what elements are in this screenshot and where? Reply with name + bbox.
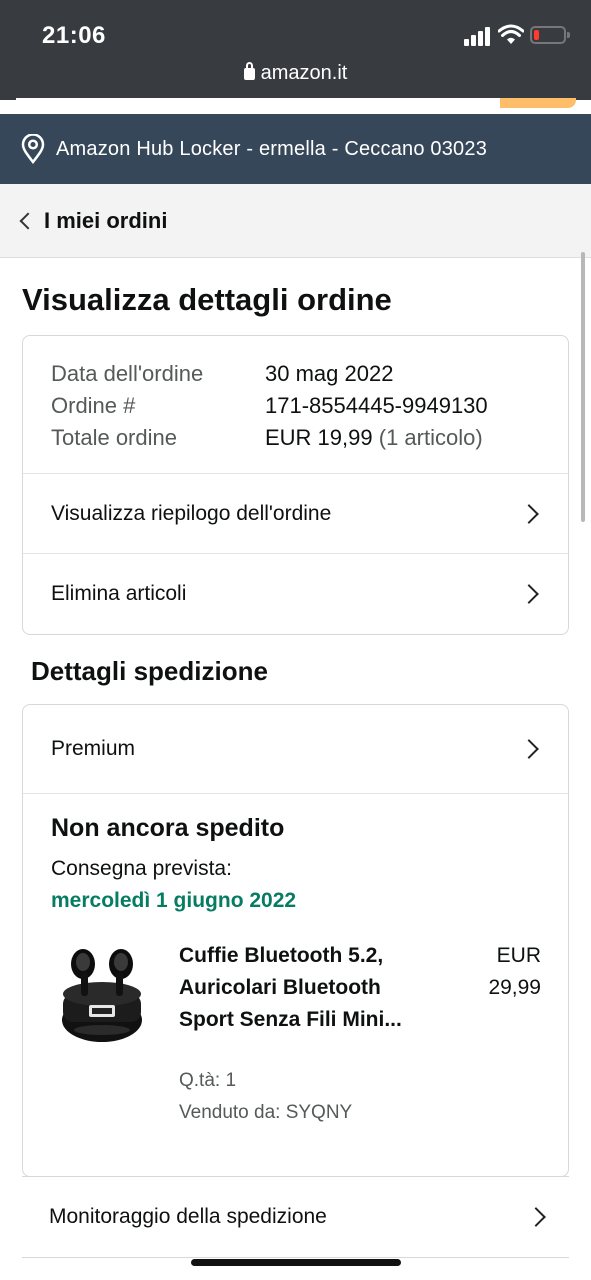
breadcrumb[interactable]: I miei ordini [0, 184, 591, 258]
product-quantity: Q.tà: 1 [179, 1070, 237, 1091]
product-image[interactable] [59, 942, 145, 1046]
order-total-value: EUR 19,99 [265, 425, 373, 450]
order-item-count: (1 articolo) [378, 425, 483, 450]
shipping-method-label: Premium [51, 737, 136, 760]
delete-items-label: Elimina articoli [51, 581, 187, 605]
status-bar: 21:06 amazon.it [0, 0, 591, 100]
home-indicator[interactable] [191, 1259, 401, 1266]
order-number-label: Ordine # [51, 393, 136, 418]
shipping-details-heading: Dettagli spedizione [31, 656, 268, 686]
search-button[interactable] [500, 98, 576, 108]
shipping-method-link[interactable]: Premium [23, 705, 568, 793]
breadcrumb-my-orders[interactable]: I miei ordini [44, 208, 167, 234]
clock: 21:06 [42, 22, 106, 49]
page-title: Visualizza dettagli ordine [22, 282, 392, 317]
shipment-block: Non ancora spedito Consegna prevista: me… [23, 793, 568, 1123]
shipping-card: Premium Non ancora spedito Consegna prev… [22, 704, 569, 1177]
delete-items-link[interactable]: Elimina articoli [23, 553, 568, 633]
url-text: amazon.it [260, 62, 348, 84]
chevron-right-icon [526, 1207, 546, 1227]
delivery-location-bar[interactable]: Amazon Hub Locker - ermella - Ceccano 03… [0, 114, 591, 184]
location-pin-icon [21, 134, 45, 164]
shipment-status: Non ancora spedito [51, 814, 285, 842]
search-bar[interactable] [16, 98, 576, 108]
delivery-estimate-label: Consegna prevista: [51, 857, 232, 880]
order-info: Data dell'ordine 30 mag 2022 Ordine # 17… [51, 358, 488, 454]
chevron-right-icon [519, 583, 539, 604]
battery-low-icon [530, 26, 570, 44]
chevron-right-icon [519, 739, 539, 759]
order-date-label: Data dell'ordine [51, 361, 204, 386]
wifi-icon [498, 24, 524, 44]
track-shipment-label: Monitoraggio della spedizione [49, 1205, 327, 1228]
location-text: Amazon Hub Locker - ermella - Ceccano 03… [56, 137, 488, 160]
address-bar[interactable]: amazon.it [0, 62, 591, 85]
scrollbar[interactable] [581, 252, 585, 522]
chevron-right-icon [519, 503, 539, 524]
product-price: EUR 29,99 [488, 944, 541, 999]
lock-icon [243, 62, 255, 80]
chevron-left-icon [19, 212, 37, 229]
product-seller: Venduto da: SYQNY [179, 1102, 353, 1123]
order-total-label: Totale ordine [51, 425, 177, 450]
order-date-value: 30 mag 2022 [265, 361, 394, 386]
order-info-card: Data dell'ordine 30 mag 2022 Ordine # 17… [22, 335, 569, 635]
order-number-value: 171-8554445-9949130 [265, 393, 488, 418]
view-order-summary-label: Visualizza riepilogo dell'ordine [51, 501, 332, 525]
signal-icon [464, 26, 492, 46]
track-shipment-link[interactable]: Monitoraggio della spedizione [22, 1176, 569, 1258]
delivery-estimate-date: mercoledì 1 giugno 2022 [51, 889, 297, 912]
view-order-summary-link[interactable]: Visualizza riepilogo dell'ordine [23, 473, 568, 553]
product-title-link[interactable]: Cuffie Bluetooth 5.2, Auricolari Bluetoo… [179, 940, 429, 1036]
